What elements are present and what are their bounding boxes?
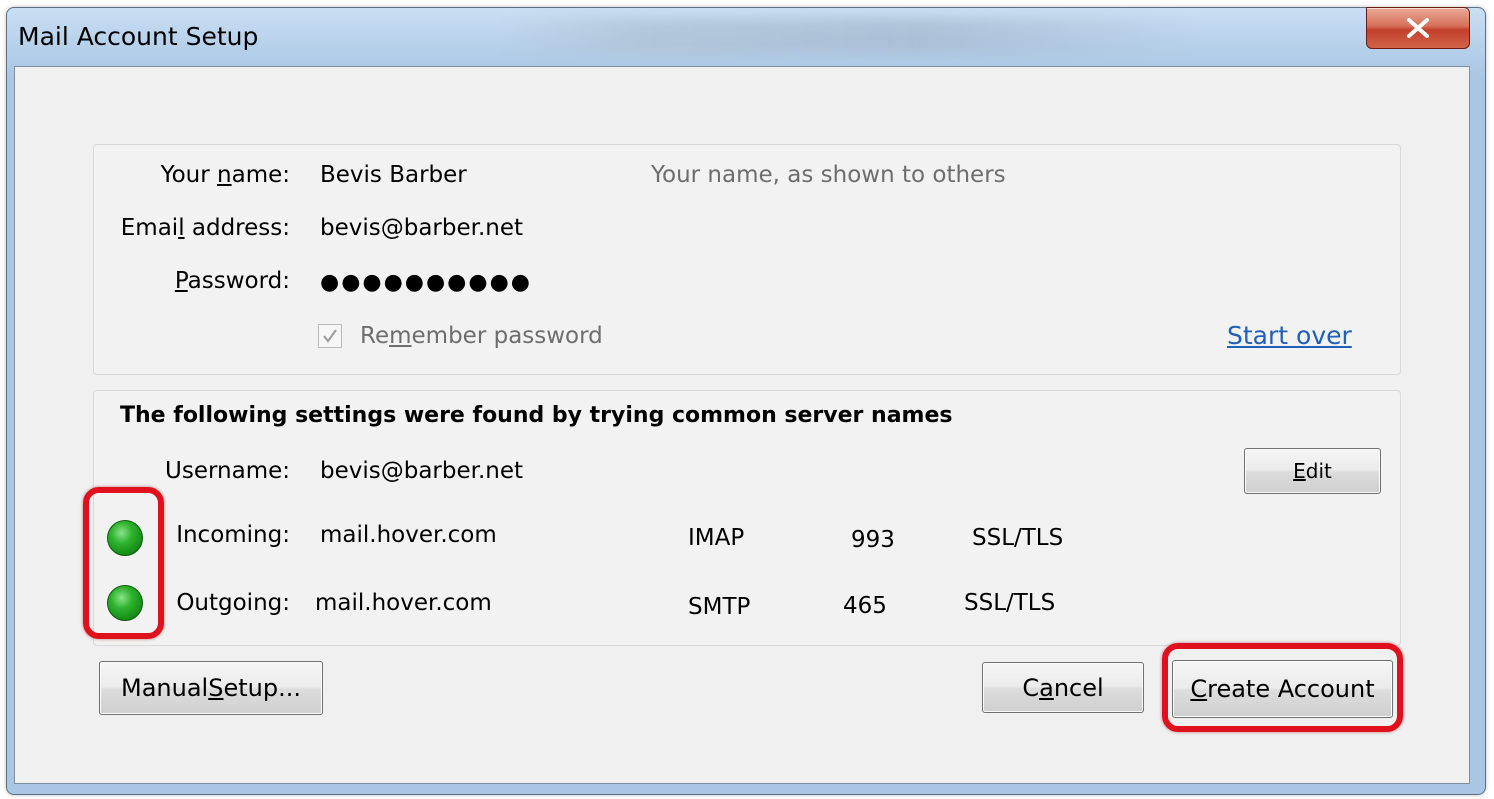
- window-title: Mail Account Setup: [18, 22, 259, 51]
- close-icon: [1367, 8, 1469, 48]
- status-highlight-box: [83, 487, 164, 639]
- outgoing-server: mail.hover.com: [315, 590, 492, 616]
- settings-heading: The following settings were found by try…: [120, 403, 953, 428]
- create-account-highlight-box: [1162, 643, 1403, 732]
- edit-button[interactable]: Edit: [1244, 448, 1381, 494]
- outgoing-security: SSL/TLS: [964, 590, 1056, 616]
- incoming-security: SSL/TLS: [972, 525, 1064, 551]
- outgoing-protocol: SMTP: [688, 594, 751, 620]
- checkmark-icon: [323, 329, 337, 343]
- username-label: Username:: [165, 458, 290, 484]
- incoming-server: mail.hover.com: [320, 522, 497, 548]
- outgoing-port: 465: [843, 593, 887, 619]
- remember-password-label: Remember password: [360, 323, 603, 349]
- manual-setup-button[interactable]: Manual Setup...: [99, 661, 323, 715]
- start-over-link[interactable]: Start over: [1227, 321, 1352, 350]
- incoming-port: 993: [851, 527, 895, 553]
- email-label: Email address:: [120, 215, 290, 241]
- titlebar-background-blur: [500, 18, 1200, 54]
- password-field[interactable]: ●●●●●●●●●●: [320, 270, 532, 295]
- username-value: bevis@barber.net: [320, 458, 524, 484]
- email-field[interactable]: bevis@barber.net: [320, 215, 523, 241]
- remember-password-checkbox[interactable]: [318, 324, 342, 348]
- password-label: Password:: [174, 268, 290, 294]
- name-field[interactable]: Bevis Barber: [320, 162, 467, 188]
- close-button[interactable]: [1366, 7, 1470, 49]
- cancel-button[interactable]: Ca ncel: [982, 662, 1144, 713]
- incoming-protocol: IMAP: [688, 525, 745, 551]
- name-hint: Your name, as shown to others: [651, 162, 1006, 188]
- name-label: Your name:: [160, 162, 290, 188]
